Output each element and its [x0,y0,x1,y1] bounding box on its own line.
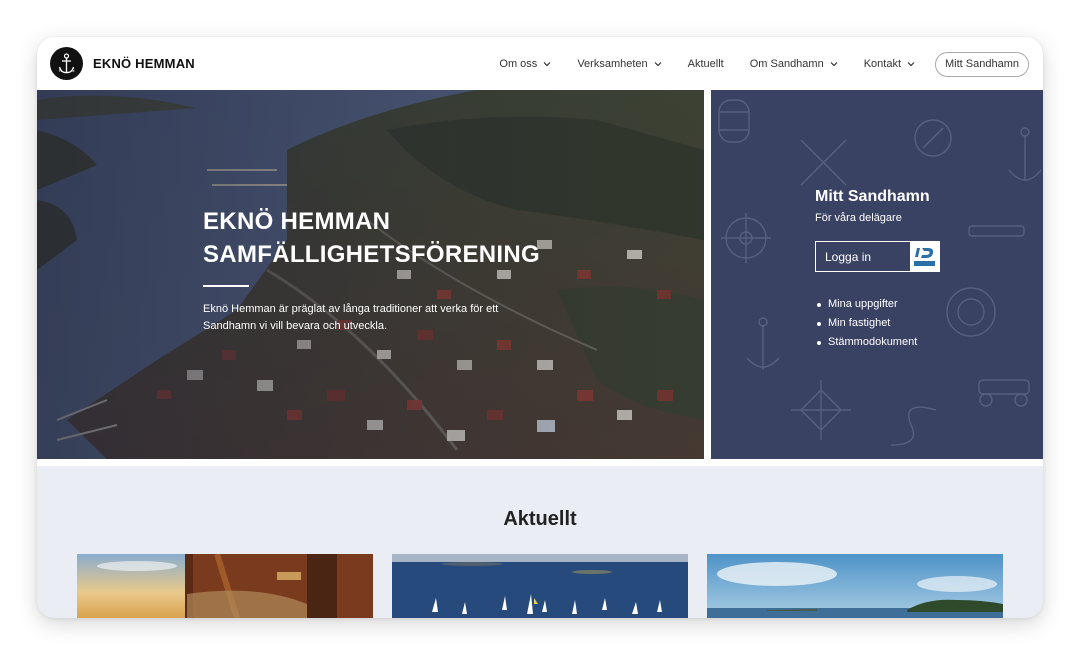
news-heading: Aktuellt [503,508,577,530]
panel-content: Mitt Sandhamn För våra delägare Logga in… [815,188,940,352]
nav-item-verksamheten[interactable]: Verksamheten [577,58,662,70]
panel-link-stammodokument[interactable]: Stämmodokument [815,333,940,352]
svg-text:R: R [59,68,62,73]
hero-description: Eknö Hemman är präglat av långa traditio… [203,303,499,332]
panel-links: Mina uppgifter Min fastighet Stämmodokum… [815,295,940,352]
hero-title-line-2: SAMFÄLLIGHETSFÖRENING [203,241,540,268]
hero-title-line-1: EKNÖ HEMMAN [203,208,391,235]
login-label: Logga in [825,249,872,264]
nav-item-label: Verksamheten [577,58,648,70]
news-section: Aktuellt [37,466,1043,618]
anchor-logo-icon[interactable]: R S [50,47,83,80]
hero-title: EKNÖ HEMMAN SAMFÄLLIGHETSFÖRENING [203,205,540,271]
column-gap [704,90,711,459]
panel-link-min-fastighet[interactable]: Min fastighet [815,314,940,333]
news-card-image [77,554,373,618]
chevron-down-icon [654,62,662,67]
bankid-icon [910,242,939,271]
mitt-sandhamn-button[interactable]: Mitt Sandhamn [935,51,1029,77]
news-card-image [707,554,1003,618]
main-nav: Om oss Verksamheten Aktuellt Om Sandhamn… [473,51,1029,77]
section-divider [37,459,1043,466]
hero-divider [203,285,249,287]
mitt-sandhamn-panel: Mitt Sandhamn För våra delägare Logga in… [711,90,1043,459]
bankid-login-button[interactable]: Logga in [815,241,940,272]
nav-item-om-sandhamn[interactable]: Om Sandhamn [750,58,838,70]
news-card-2[interactable] [392,554,688,618]
news-card-1[interactable] [77,554,373,618]
nav-item-aktuellt[interactable]: Aktuellt [688,58,724,70]
nav-item-om-oss[interactable]: Om oss [499,58,551,70]
nav-item-label: Aktuellt [687,58,724,70]
panel-link-mina-uppgifter[interactable]: Mina uppgifter [815,295,940,314]
hero-content: EKNÖ HEMMAN SAMFÄLLIGHETSFÖRENING Eknö H… [203,205,540,335]
chevron-down-icon [830,62,838,67]
site-header: R S EKNÖ HEMMAN Om oss Verksamheten Aktu… [37,37,1043,90]
browser-frame: R S EKNÖ HEMMAN Om oss Verksamheten Aktu… [37,37,1043,618]
nav-item-label: Om Sandhamn [749,58,824,70]
chevron-down-icon [543,62,551,67]
nav-item-label: Om oss [499,58,538,70]
panel-subtitle: För våra delägare [815,212,902,224]
chevron-down-icon [907,62,915,67]
hero-banner: EKNÖ HEMMAN SAMFÄLLIGHETSFÖRENING Eknö H… [37,90,704,459]
brand-name[interactable]: EKNÖ HEMMAN [93,56,195,71]
nav-item-label: Kontakt [863,58,902,70]
svg-text:S: S [72,68,75,73]
news-card-3[interactable] [707,554,1003,618]
news-card-image [392,554,688,618]
panel-title: Mitt Sandhamn [815,188,930,205]
nav-item-kontakt[interactable]: Kontakt [864,58,915,70]
